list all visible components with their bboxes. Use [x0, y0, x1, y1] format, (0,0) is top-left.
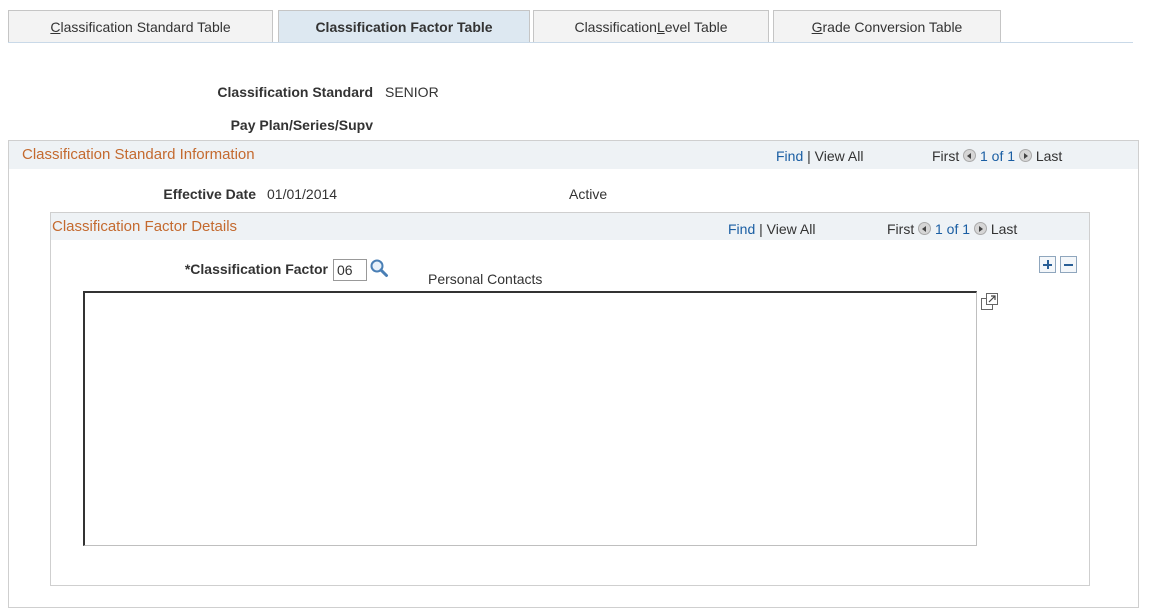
separator: | [759, 221, 763, 237]
factor-details-navigation: Find | View All [728, 221, 815, 237]
arrow-right-icon[interactable] [1018, 149, 1032, 162]
effective-date-value: 01/01/2014 [267, 186, 338, 202]
arrow-right-icon[interactable] [973, 222, 987, 235]
std-info-pager: First 1 of 1 Last [932, 148, 1062, 164]
tab-classification-factor-table[interactable]: Classification Factor Table [278, 10, 530, 42]
tab-label-prefix: Classification [574, 18, 657, 35]
effective-date-label: Effective Date [163, 186, 256, 202]
tab-bar: Classification Standard Table Classifica… [0, 0, 1151, 46]
delete-row-button[interactable] [1060, 256, 1077, 273]
classification-factor-label: *Classification Factor [184, 261, 328, 277]
std-info-count: 1 of 1 [980, 148, 1016, 164]
tab-classification-level-table[interactable]: Classification Level Table [533, 10, 769, 42]
std-info-find-link[interactable]: Find [776, 148, 803, 164]
tab-label: rade Conversion Table [822, 18, 963, 35]
first-label: First [887, 221, 915, 237]
factor-view-all-link[interactable]: View All [767, 221, 816, 237]
tab-label: lassification Standard Table [60, 18, 231, 35]
last-label: Last [990, 221, 1018, 237]
tab-accesskey: L [656, 18, 665, 35]
tab-underline [8, 42, 1133, 43]
first-label: First [932, 148, 960, 164]
classification-factor-input[interactable] [333, 259, 367, 281]
classification-factor-text[interactable] [83, 291, 977, 546]
factor-details-pager: First 1 of 1 Last [887, 221, 1017, 237]
classification-standard-value: SENIOR [385, 84, 439, 100]
tab-accesskey: G [811, 18, 823, 35]
classification-standard-label: Classification Standard [217, 84, 373, 100]
factor-find-link[interactable]: Find [728, 221, 755, 237]
last-label: Last [1035, 148, 1063, 164]
tab-label: Classification Factor Table [315, 18, 493, 35]
minus-icon [1064, 264, 1073, 266]
classification-factor-description: Personal Contacts [428, 271, 543, 287]
magnifier-icon[interactable] [369, 258, 389, 278]
expand-textarea-icon[interactable] [980, 292, 1000, 312]
tab-classification-standard-table[interactable]: Classification Standard Table [8, 10, 273, 42]
classification-standard-information-title: Classification Standard Information [22, 146, 255, 163]
std-info-navigation: Find | View All [776, 148, 863, 164]
classification-factor-details-title: Classification Factor Details [52, 218, 238, 235]
tab-accesskey: C [50, 18, 61, 35]
pay-plan-label: Pay Plan/Series/Supv [230, 117, 373, 133]
factor-count: 1 of 1 [935, 221, 971, 237]
arrow-left-icon[interactable] [918, 222, 932, 235]
arrow-left-icon[interactable] [963, 149, 977, 162]
std-info-view-all-link[interactable]: View All [815, 148, 864, 164]
status-value: Active [569, 186, 608, 202]
separator: | [807, 148, 811, 164]
tab-label: evel Table [664, 18, 728, 35]
tab-grade-conversion-table[interactable]: Grade Conversion Table [773, 10, 1001, 42]
add-row-button[interactable] [1039, 256, 1056, 273]
